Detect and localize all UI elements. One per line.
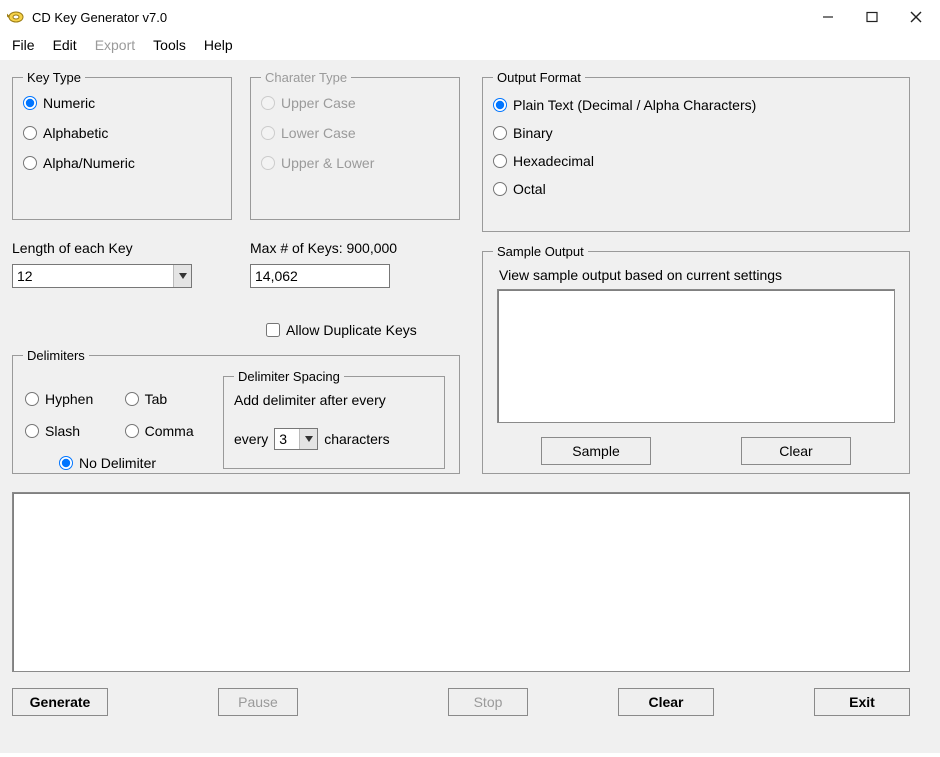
label-slash: Slash	[45, 423, 80, 439]
radio-alphanumeric[interactable]	[23, 156, 37, 170]
combo-length[interactable]: 12	[12, 264, 192, 288]
sample-clear-button[interactable]: Clear	[741, 437, 851, 465]
label-hex: Hexadecimal	[513, 153, 594, 169]
generate-button[interactable]: Generate	[12, 688, 108, 716]
sample-output-hint: View sample output based on current sett…	[499, 267, 899, 283]
maximize-button[interactable]	[850, 3, 894, 31]
radio-tab[interactable]	[125, 392, 139, 406]
legend-delim-spacing: Delimiter Spacing	[234, 369, 344, 384]
combo-delim-spacing-value: 3	[275, 431, 299, 447]
menu-help[interactable]: Help	[204, 37, 233, 53]
close-button[interactable]	[894, 3, 938, 31]
radio-slash[interactable]	[25, 424, 39, 438]
minimize-button[interactable]	[806, 3, 850, 31]
label-upper-case: Upper Case	[281, 95, 356, 111]
output-box	[12, 492, 910, 672]
label-hyphen: Hyphen	[45, 391, 93, 407]
delim-spacing-prefix: Add delimiter after every	[234, 392, 386, 408]
radio-numeric[interactable]	[23, 96, 37, 110]
radio-binary[interactable]	[493, 126, 507, 140]
chevron-down-icon[interactable]	[299, 429, 317, 449]
menu-tools[interactable]: Tools	[153, 37, 186, 53]
group-delimiters: Delimiters Hyphen Tab Slash Comma No	[12, 348, 460, 474]
input-maxkeys[interactable]	[250, 264, 390, 288]
group-delim-spacing: Delimiter Spacing Add delimiter after ev…	[223, 369, 445, 469]
group-char-type: Charater Type Upper Case Lower Case Uppe…	[250, 70, 460, 220]
radio-hyphen[interactable]	[25, 392, 39, 406]
label-octal: Octal	[513, 181, 546, 197]
radio-lower-case	[261, 126, 275, 140]
check-allow-dup[interactable]	[266, 323, 280, 337]
group-key-type: Key Type Numeric Alphabetic Alpha/Numeri…	[12, 70, 232, 220]
titlebar: CD Key Generator v7.0	[0, 0, 940, 34]
legend-sample-output: Sample Output	[493, 244, 588, 259]
menu-file[interactable]: File	[12, 37, 35, 53]
label-numeric: Numeric	[43, 95, 95, 111]
sample-button[interactable]: Sample	[541, 437, 651, 465]
legend-char-type: Charater Type	[261, 70, 351, 85]
legend-key-type: Key Type	[23, 70, 85, 85]
label-alphanumeric: Alpha/Numeric	[43, 155, 135, 171]
group-sample-output: Sample Output View sample output based o…	[482, 244, 910, 474]
radio-plain-text[interactable]	[493, 98, 507, 112]
menu-edit[interactable]: Edit	[53, 37, 77, 53]
stop-button[interactable]: Stop	[448, 688, 528, 716]
menubar: File Edit Export Tools Help	[0, 34, 940, 60]
menu-export[interactable]: Export	[95, 37, 135, 53]
label-lower-case: Lower Case	[281, 125, 356, 141]
label-tab: Tab	[145, 391, 168, 407]
label-length: Length of each Key	[12, 240, 133, 256]
combo-length-value: 12	[13, 268, 173, 284]
legend-output-format: Output Format	[493, 70, 585, 85]
radio-alphabetic[interactable]	[23, 126, 37, 140]
app-icon	[6, 7, 26, 27]
label-plain-text: Plain Text (Decimal / Alpha Characters)	[513, 97, 756, 113]
radio-upper-lower	[261, 156, 275, 170]
combo-delim-spacing[interactable]: 3	[274, 428, 318, 450]
radio-upper-case	[261, 96, 275, 110]
pause-button[interactable]: Pause	[218, 688, 298, 716]
label-maxkeys: Max # of Keys: 900,000	[250, 240, 397, 256]
delim-spacing-suffix: characters	[324, 431, 389, 447]
label-no-delimiter: No Delimiter	[79, 455, 156, 471]
window-title: CD Key Generator v7.0	[32, 10, 806, 25]
label-alphabetic: Alphabetic	[43, 125, 108, 141]
label-upper-lower: Upper & Lower	[281, 155, 374, 171]
client-area: Key Type Numeric Alphabetic Alpha/Numeri…	[0, 60, 940, 753]
radio-hex[interactable]	[493, 154, 507, 168]
radio-comma[interactable]	[125, 424, 139, 438]
group-output-format: Output Format Plain Text (Decimal / Alph…	[482, 70, 910, 232]
legend-delimiters: Delimiters	[23, 348, 89, 363]
label-comma: Comma	[145, 423, 194, 439]
delim-spacing-every: every	[234, 431, 268, 447]
clear-button[interactable]: Clear	[618, 688, 714, 716]
sample-output-box	[497, 289, 895, 423]
label-allow-dup: Allow Duplicate Keys	[286, 322, 417, 338]
radio-no-delimiter[interactable]	[59, 456, 73, 470]
chevron-down-icon[interactable]	[173, 265, 191, 287]
radio-octal[interactable]	[493, 182, 507, 196]
label-binary: Binary	[513, 125, 553, 141]
exit-button[interactable]: Exit	[814, 688, 910, 716]
